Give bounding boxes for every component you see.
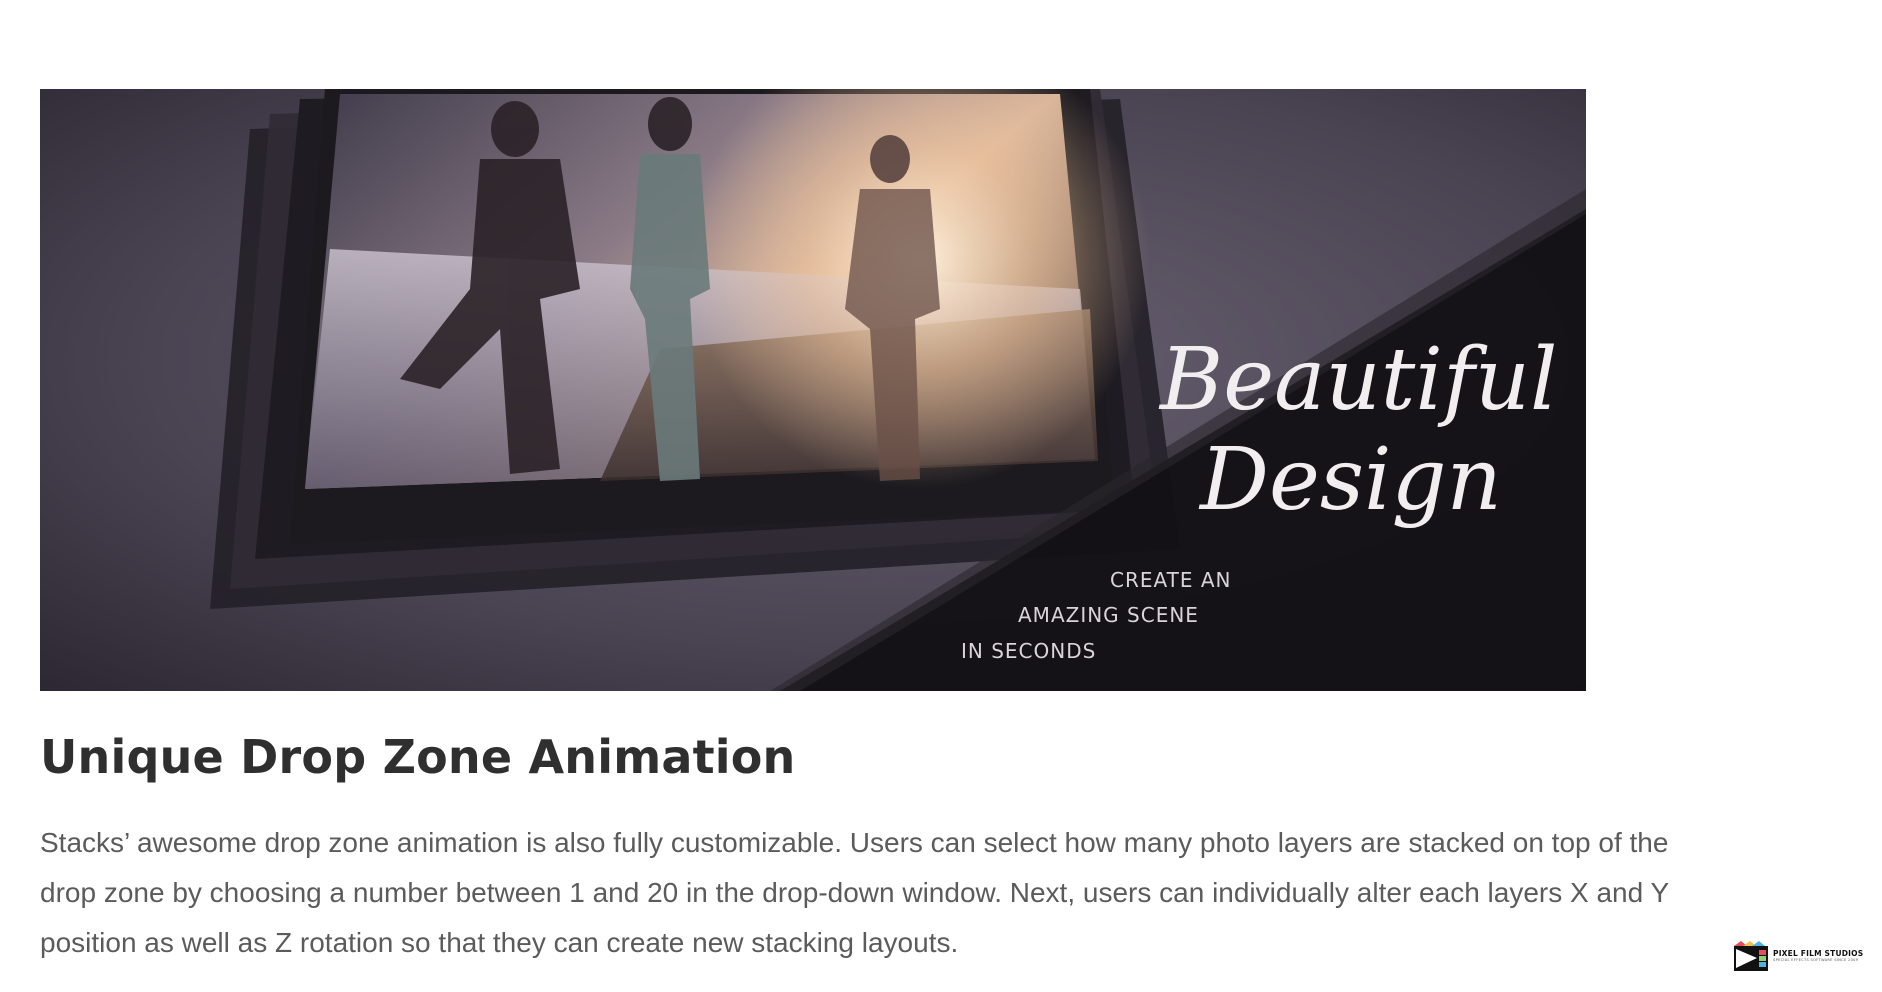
hero-script-line2: Design [1198,430,1502,530]
logo-name: PIXEL FILM STUDIOS [1773,949,1864,958]
clapperboard-icon [1734,941,1768,971]
section-heading: Unique Drop Zone Animation [40,730,796,784]
hero-caption-line3: IN SECONDS [961,639,1096,663]
hero-caption-line1: CREATE AN [1110,568,1231,592]
section-body: Stacks’ awesome drop zone animation is a… [40,827,1669,958]
logo-tagline: SPECIAL EFFECTS SOFTWARE SINCE 2009 [1773,958,1859,962]
pixel-film-studios-logo: PIXEL FILM STUDIOS SPECIAL EFFECTS SOFTW… [1733,940,1873,972]
hero-artwork: Beautiful Design CREATE AN AMAZING SCENE… [40,89,1586,691]
hero-script-line1: Beautiful [1158,330,1558,430]
hero-image: Beautiful Design CREATE AN AMAZING SCENE… [40,89,1586,691]
hero-caption-line2: AMAZING SCENE [1018,603,1199,627]
